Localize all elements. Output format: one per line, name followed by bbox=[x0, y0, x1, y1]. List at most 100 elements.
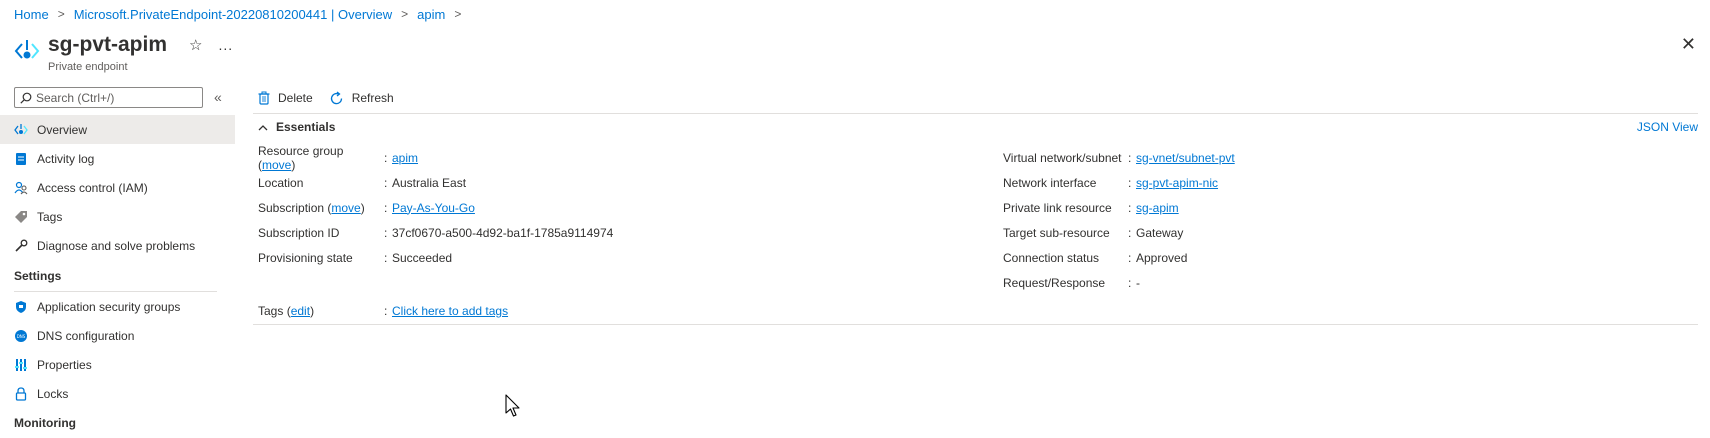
subscription-row: Subscription (move) : Pay-As-You-Go bbox=[258, 195, 613, 220]
colon: : bbox=[384, 304, 388, 318]
colon: : bbox=[384, 200, 388, 215]
close-icon[interactable]: ✕ bbox=[1681, 34, 1696, 55]
search-input[interactable] bbox=[36, 90, 201, 105]
private-link-resource-label: Private link resource bbox=[1003, 200, 1112, 215]
search-box[interactable] bbox=[14, 87, 203, 108]
subscription-id-label: Subscription ID bbox=[258, 225, 340, 240]
property-label: Tags (edit) bbox=[258, 304, 315, 318]
chevron-right-icon: > bbox=[57, 7, 65, 21]
svg-text:DNS: DNS bbox=[17, 334, 26, 339]
delete-button[interactable]: Delete bbox=[258, 91, 313, 105]
sidebar-item-label: Diagnose and solve problems bbox=[37, 238, 196, 253]
vnet-subnet-row: Virtual network/subnet : sg-vnet/subnet-… bbox=[1003, 145, 1235, 170]
sidebar-item-label: Locks bbox=[37, 386, 69, 401]
vnet-subnet-link[interactable]: sg-vnet/subnet-pvt bbox=[1136, 151, 1235, 165]
sidebar-item-properties[interactable]: Properties bbox=[0, 350, 235, 379]
essentials-right: Virtual network/subnet : sg-vnet/subnet-… bbox=[1003, 145, 1235, 295]
refresh-label: Refresh bbox=[351, 91, 394, 105]
tags-row: Tags (edit) : Click here to add tags bbox=[258, 301, 508, 321]
subscription-id-row: Subscription ID : 37cf0670-a500-4d92-ba1… bbox=[258, 220, 613, 245]
property-label: Subscription (move) bbox=[258, 200, 365, 215]
target-sub-resource-label: Target sub-resource bbox=[1003, 225, 1110, 240]
sidebar-item-iam[interactable]: Access control (IAM) bbox=[0, 173, 235, 202]
move-subscription-link[interactable]: move bbox=[331, 201, 360, 215]
json-view-link[interactable]: JSON View bbox=[1637, 120, 1698, 134]
section-title: Monitoring bbox=[14, 416, 76, 430]
colon: : bbox=[1128, 275, 1132, 290]
iam-people-icon bbox=[14, 181, 28, 195]
section-title: Settings bbox=[14, 269, 62, 283]
target-sub-resource-row: Target sub-resource : Gateway bbox=[1003, 220, 1235, 245]
sidebar-item-label: Access control (IAM) bbox=[37, 180, 148, 195]
breadcrumb: Home > Microsoft.PrivateEndpoint-2022081… bbox=[14, 6, 470, 22]
sidebar-section-settings: Settings bbox=[0, 260, 235, 292]
network-interface-label: Network interface bbox=[1003, 175, 1097, 190]
sidebar-item-asg[interactable]: Application security groups bbox=[0, 292, 235, 321]
refresh-icon bbox=[329, 90, 344, 106]
command-bar: Delete Refresh bbox=[258, 87, 410, 109]
collapse-sidebar-icon[interactable]: « bbox=[214, 89, 222, 105]
vnet-subnet-label: Virtual network/subnet bbox=[1003, 150, 1122, 165]
network-interface-link[interactable]: sg-pvt-apim-nic bbox=[1136, 176, 1218, 190]
sidebar-item-label: Overview bbox=[37, 122, 88, 137]
tag-icon bbox=[14, 210, 28, 224]
sidebar-item-label: Activity log bbox=[37, 151, 95, 166]
refresh-button[interactable]: Refresh bbox=[329, 90, 394, 106]
chevron-up-icon bbox=[258, 124, 268, 131]
essentials-left: Resource group (move) : apim Location : … bbox=[258, 143, 613, 270]
edit-tags-link[interactable]: edit bbox=[291, 304, 310, 318]
target-sub-resource-value: Gateway bbox=[1136, 225, 1184, 240]
tags-label: Tags bbox=[258, 304, 284, 318]
breadcrumb-deployment[interactable]: Microsoft.PrivateEndpoint-20220810200441… bbox=[74, 7, 392, 22]
star-icon[interactable]: ☆ bbox=[189, 36, 202, 54]
sidebar-item-locks[interactable]: Locks bbox=[0, 379, 235, 408]
colon: : bbox=[384, 150, 388, 165]
colon: : bbox=[384, 250, 388, 265]
colon: : bbox=[1128, 200, 1132, 215]
connection-status-label: Connection status bbox=[1003, 250, 1100, 265]
private-endpoint-icon bbox=[14, 40, 40, 59]
sidebar-item-label: Tags bbox=[37, 209, 63, 224]
breadcrumb-home[interactable]: Home bbox=[14, 7, 49, 22]
colon: : bbox=[1128, 150, 1132, 165]
more-options-button[interactable]: ... bbox=[218, 37, 233, 53]
colon: : bbox=[1128, 175, 1132, 190]
resource-group-link[interactable]: apim bbox=[392, 151, 418, 165]
sidebar-section-monitoring: Monitoring bbox=[0, 408, 235, 438]
colon: : bbox=[384, 175, 388, 190]
sidebar-item-dns[interactable]: DNS DNS configuration bbox=[0, 321, 235, 350]
page-header: sg-pvt-apim ☆ ... Private endpoint bbox=[14, 32, 233, 73]
request-response-label: Request/Response bbox=[1003, 275, 1106, 290]
sidebar-item-label: DNS configuration bbox=[37, 328, 135, 343]
subscription-link[interactable]: Pay-As-You-Go bbox=[392, 201, 475, 215]
sidebar: Overview Activity log Access control (IA… bbox=[0, 115, 235, 438]
essentials-divider bbox=[253, 324, 1698, 325]
private-link-resource-row: Private link resource : sg-apim bbox=[1003, 195, 1235, 220]
shield-icon bbox=[14, 300, 28, 314]
add-tags-link[interactable]: Click here to add tags bbox=[392, 304, 508, 318]
location-value: Australia East bbox=[392, 175, 467, 190]
location-label: Location bbox=[258, 175, 304, 190]
page-title: sg-pvt-apim bbox=[48, 33, 168, 56]
connection-status-value: Approved bbox=[1136, 250, 1188, 265]
sidebar-item-tags[interactable]: Tags bbox=[0, 202, 235, 231]
sidebar-item-diagnose[interactable]: Diagnose and solve problems bbox=[0, 231, 235, 260]
colon: : bbox=[384, 225, 388, 240]
essentials-toggle[interactable]: Essentials bbox=[258, 119, 335, 135]
move-resource-group-link[interactable]: move bbox=[262, 158, 291, 172]
subscription-id-value: 37cf0670-a500-4d92-ba1f-1785a9114974 bbox=[392, 225, 614, 240]
sidebar-item-label: Application security groups bbox=[37, 299, 181, 314]
properties-icon bbox=[14, 358, 28, 372]
sidebar-item-activity-log[interactable]: Activity log bbox=[0, 144, 235, 173]
sidebar-item-overview[interactable]: Overview bbox=[0, 115, 235, 144]
chevron-right-icon: > bbox=[454, 7, 462, 21]
provisioning-state-row: Provisioning state : Succeeded bbox=[258, 245, 613, 270]
request-response-value: - bbox=[1136, 275, 1140, 290]
breadcrumb-apim[interactable]: apim bbox=[417, 7, 445, 22]
property-label: Resource group (move) bbox=[258, 143, 344, 172]
private-link-resource-link[interactable]: sg-apim bbox=[1136, 201, 1179, 215]
trash-icon bbox=[258, 91, 270, 105]
lock-icon bbox=[14, 386, 28, 401]
resource-group-row: Resource group (move) : apim bbox=[258, 143, 613, 172]
subscription-label: Subscription bbox=[258, 200, 325, 215]
